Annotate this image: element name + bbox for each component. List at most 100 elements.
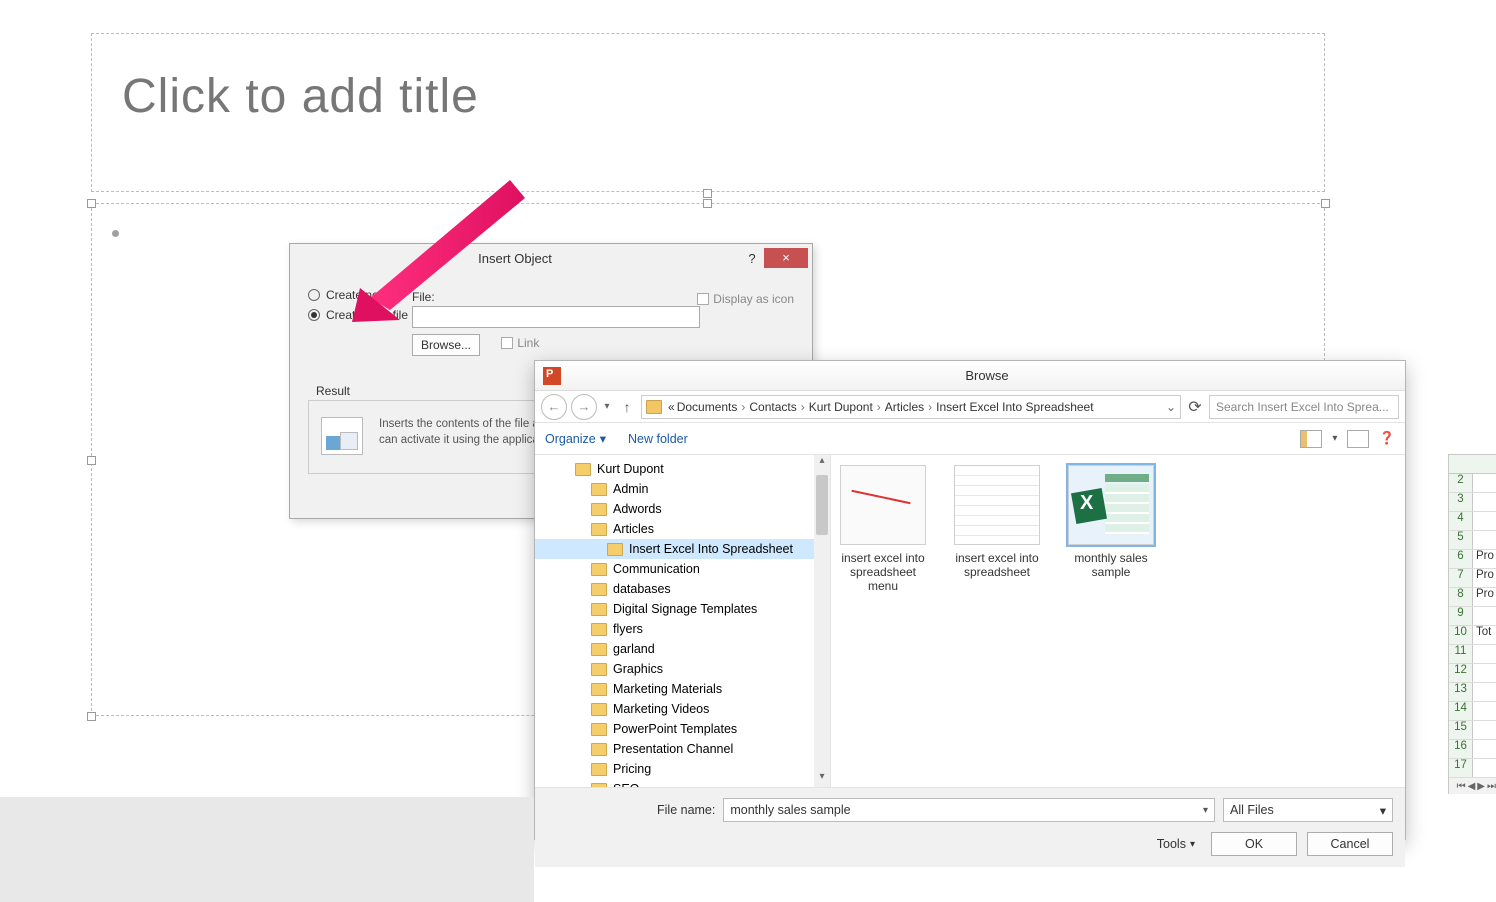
scroll-up-icon[interactable]: ▴ (814, 455, 830, 471)
row-number[interactable]: 11 (1449, 645, 1473, 663)
sheet-row[interactable]: 3 (1449, 493, 1496, 512)
cell[interactable]: Tot (1473, 626, 1496, 644)
row-number[interactable]: 2 (1449, 474, 1473, 492)
cancel-button[interactable]: Cancel (1307, 832, 1393, 856)
chevron-down-icon[interactable]: ▾ (1332, 433, 1337, 444)
nav-history-dropdown[interactable]: ▾ (601, 401, 613, 412)
sheet-row[interactable]: 2 (1449, 474, 1496, 493)
sheet-row[interactable]: 4 (1449, 512, 1496, 531)
sheet-row[interactable]: 5 (1449, 531, 1496, 550)
scroll-down-icon[interactable]: ▾ (814, 771, 830, 787)
sheet-tab-scroller[interactable]: ⏮◀▶⏭ (1449, 778, 1496, 794)
link-checkbox[interactable]: Link (501, 336, 539, 350)
search-input[interactable]: Search Insert Excel Into Sprea... (1209, 395, 1399, 419)
row-number[interactable]: 3 (1449, 493, 1473, 511)
help-button[interactable]: ? (740, 251, 764, 266)
sheet-row[interactable]: 10Tot (1449, 626, 1496, 645)
breadcrumb-segment[interactable]: Contacts (749, 400, 796, 414)
file-type-filter[interactable]: All Files ▾ (1223, 798, 1393, 822)
row-number[interactable]: 4 (1449, 512, 1473, 530)
cell[interactable] (1473, 740, 1496, 758)
cell[interactable] (1473, 512, 1496, 530)
tools-dropdown[interactable]: Tools ▾ (1157, 837, 1195, 851)
row-number[interactable]: 5 (1449, 531, 1473, 549)
sheet-row[interactable]: 16 (1449, 740, 1496, 759)
cell[interactable] (1473, 721, 1496, 739)
cell[interactable] (1473, 607, 1496, 625)
tree-item[interactable]: Admin (535, 479, 830, 499)
refresh-button[interactable]: ⟳ (1185, 397, 1205, 417)
new-folder-button[interactable]: New folder (628, 432, 688, 446)
tree-item[interactable]: Communication (535, 559, 830, 579)
tree-item[interactable]: Graphics (535, 659, 830, 679)
breadcrumb-segment[interactable]: Articles (885, 400, 924, 414)
folder-tree[interactable]: Kurt DupontAdminAdwordsArticlesInsert Ex… (535, 455, 831, 787)
tree-item[interactable]: garland (535, 639, 830, 659)
sheet-row[interactable]: 8Pro (1449, 588, 1496, 607)
cell[interactable]: Pro (1473, 588, 1496, 606)
breadcrumb-segment[interactable]: Insert Excel Into Spreadsheet (936, 400, 1093, 414)
cell[interactable] (1473, 702, 1496, 720)
nav-forward-button[interactable]: → (571, 394, 597, 420)
sheet-row[interactable]: 13 (1449, 683, 1496, 702)
breadcrumb-segment[interactable]: Kurt Dupont (809, 400, 873, 414)
row-number[interactable]: 15 (1449, 721, 1473, 739)
cell[interactable] (1473, 531, 1496, 549)
row-number[interactable]: 13 (1449, 683, 1473, 701)
tree-item[interactable]: SEO (535, 779, 830, 787)
file-name-input[interactable]: monthly sales sample ▾ (723, 798, 1215, 822)
tree-item[interactable]: Kurt Dupont (535, 459, 830, 479)
tree-item[interactable]: Insert Excel Into Spreadsheet (535, 539, 830, 559)
file-list[interactable]: insert excel into spreadsheet menuinsert… (831, 455, 1405, 787)
cell[interactable] (1473, 474, 1496, 492)
ok-button[interactable]: OK (1211, 832, 1297, 856)
file-path-input[interactable] (412, 306, 700, 328)
tree-item[interactable]: PowerPoint Templates (535, 719, 830, 739)
selection-handle[interactable] (1321, 199, 1330, 208)
tree-item[interactable]: Marketing Materials (535, 679, 830, 699)
chevron-down-icon[interactable]: ▾ (1203, 805, 1208, 816)
close-button[interactable]: × (764, 248, 808, 268)
sheet-row[interactable]: 9 (1449, 607, 1496, 626)
cell[interactable]: Pro (1473, 550, 1496, 568)
row-number[interactable]: 17 (1449, 759, 1473, 777)
cell[interactable] (1473, 683, 1496, 701)
tree-item[interactable]: Pricing (535, 759, 830, 779)
row-number[interactable]: 14 (1449, 702, 1473, 720)
file-item[interactable]: monthly sales sample (1063, 465, 1159, 579)
help-icon[interactable]: ❓ (1379, 431, 1395, 446)
row-number[interactable]: 8 (1449, 588, 1473, 606)
cell[interactable] (1473, 759, 1496, 777)
tree-item[interactable]: flyers (535, 619, 830, 639)
tree-item[interactable]: Articles (535, 519, 830, 539)
tree-item[interactable]: Presentation Channel (535, 739, 830, 759)
tree-item[interactable]: Adwords (535, 499, 830, 519)
cell[interactable] (1473, 645, 1496, 663)
slide-title-placeholder[interactable]: Click to add title (91, 33, 1325, 192)
cell[interactable] (1473, 493, 1496, 511)
tree-item[interactable]: Digital Signage Templates (535, 599, 830, 619)
cell[interactable]: Pro (1473, 569, 1496, 587)
file-item[interactable]: insert excel into spreadsheet menu (835, 465, 931, 593)
sheet-row[interactable]: 12 (1449, 664, 1496, 683)
row-number[interactable]: 6 (1449, 550, 1473, 568)
nav-up-button[interactable]: ↑ (617, 399, 637, 415)
row-number[interactable]: 12 (1449, 664, 1473, 682)
tree-item[interactable]: databases (535, 579, 830, 599)
breadcrumb-segment[interactable]: Documents (677, 400, 738, 414)
sheet-row[interactable]: 11 (1449, 645, 1496, 664)
sheet-row[interactable]: 6Pro (1449, 550, 1496, 569)
breadcrumb-bar[interactable]: « Documents› Contacts› Kurt Dupont› Arti… (641, 395, 1181, 419)
browse-button[interactable]: Browse... (412, 334, 480, 356)
breadcrumb-dropdown-icon[interactable]: ⌄ (1166, 400, 1176, 414)
selection-handle[interactable] (87, 712, 96, 721)
row-number[interactable]: 9 (1449, 607, 1473, 625)
selection-handle[interactable] (703, 199, 712, 208)
view-mode-button[interactable] (1300, 430, 1322, 448)
cell[interactable] (1473, 664, 1496, 682)
row-number[interactable]: 16 (1449, 740, 1473, 758)
sheet-row[interactable]: 15 (1449, 721, 1496, 740)
row-number[interactable]: 7 (1449, 569, 1473, 587)
scroll-thumb[interactable] (816, 475, 828, 535)
nav-back-button[interactable]: ← (541, 394, 567, 420)
